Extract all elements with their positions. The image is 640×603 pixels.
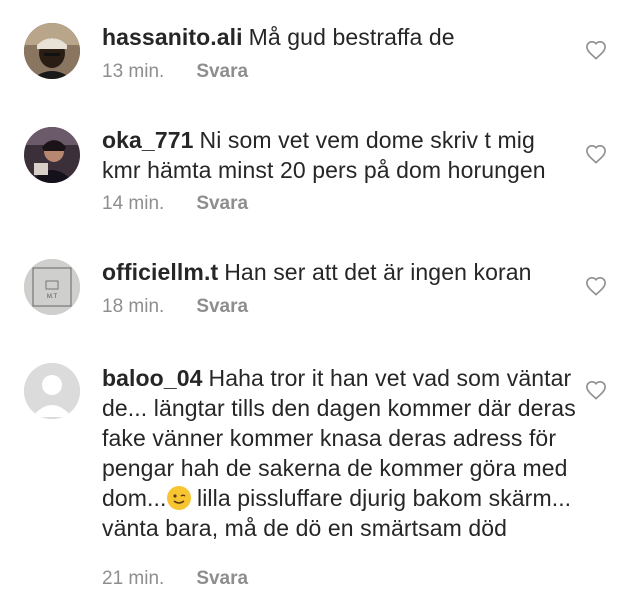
comment-item: baloo_04 Haha tror it han vet vad som vän… xyxy=(0,340,640,603)
profile-photo-icon xyxy=(24,127,80,183)
heart-icon[interactable] xyxy=(585,380,607,400)
reply-button[interactable]: Svara xyxy=(196,61,248,83)
comment-meta: 21 min. Svara xyxy=(102,568,248,590)
heart-icon[interactable] xyxy=(585,144,607,164)
winking-face-icon xyxy=(166,486,191,510)
reply-button[interactable]: Svara xyxy=(196,296,248,318)
comment-username[interactable]: baloo_04 xyxy=(102,365,203,391)
comment-text: oka_771 Ni som vet vem dome skriv t mig k… xyxy=(102,125,572,185)
comment-text: hassanito.ali Må gud bestraffa de xyxy=(102,22,572,52)
comment-body: Må gud bestraffa de xyxy=(248,24,455,50)
avatar[interactable] xyxy=(24,127,80,183)
comment-timestamp: 14 min. xyxy=(102,193,165,214)
comment-item: oka_771 Ni som vet vem dome skriv t mig k… xyxy=(0,110,640,230)
comment-username[interactable]: oka_771 xyxy=(102,127,194,153)
heart-icon[interactable] xyxy=(585,276,607,296)
reply-button[interactable]: Svara xyxy=(196,193,248,215)
reply-button[interactable]: Svara xyxy=(196,568,248,590)
comment-item: hassanito.ali Må gud bestraffa de 13 min.… xyxy=(0,0,640,110)
profile-photo-icon xyxy=(24,23,80,79)
heart-icon[interactable] xyxy=(585,40,607,60)
logo-avatar-icon: M.T xyxy=(24,259,80,315)
avatar[interactable] xyxy=(24,363,80,419)
comment-body: Han ser att det är ingen koran xyxy=(224,259,532,285)
default-avatar-icon xyxy=(24,363,80,419)
comment-username[interactable]: officiellm.t xyxy=(102,259,218,285)
comment-timestamp: 13 min. xyxy=(102,61,165,82)
comment-text: baloo_04 Haha tror it han vet vad som vän… xyxy=(102,363,577,543)
comment-item: M.T officiellm.t Han ser att det är ingen… xyxy=(0,230,640,340)
avatar-logo-label: M.T xyxy=(47,294,58,300)
comment-meta: 18 min. Svara xyxy=(102,296,248,318)
avatar[interactable]: M.T xyxy=(24,259,80,315)
comment-username[interactable]: hassanito.ali xyxy=(102,24,243,50)
comment-meta: 14 min. Svara xyxy=(102,193,248,215)
comment-text: officiellm.t Han ser att det är ingen kor… xyxy=(102,257,572,287)
comment-timestamp: 21 min. xyxy=(102,568,165,589)
comment-timestamp: 18 min. xyxy=(102,296,165,317)
avatar[interactable] xyxy=(24,23,80,79)
comment-meta: 13 min. Svara xyxy=(102,61,248,83)
